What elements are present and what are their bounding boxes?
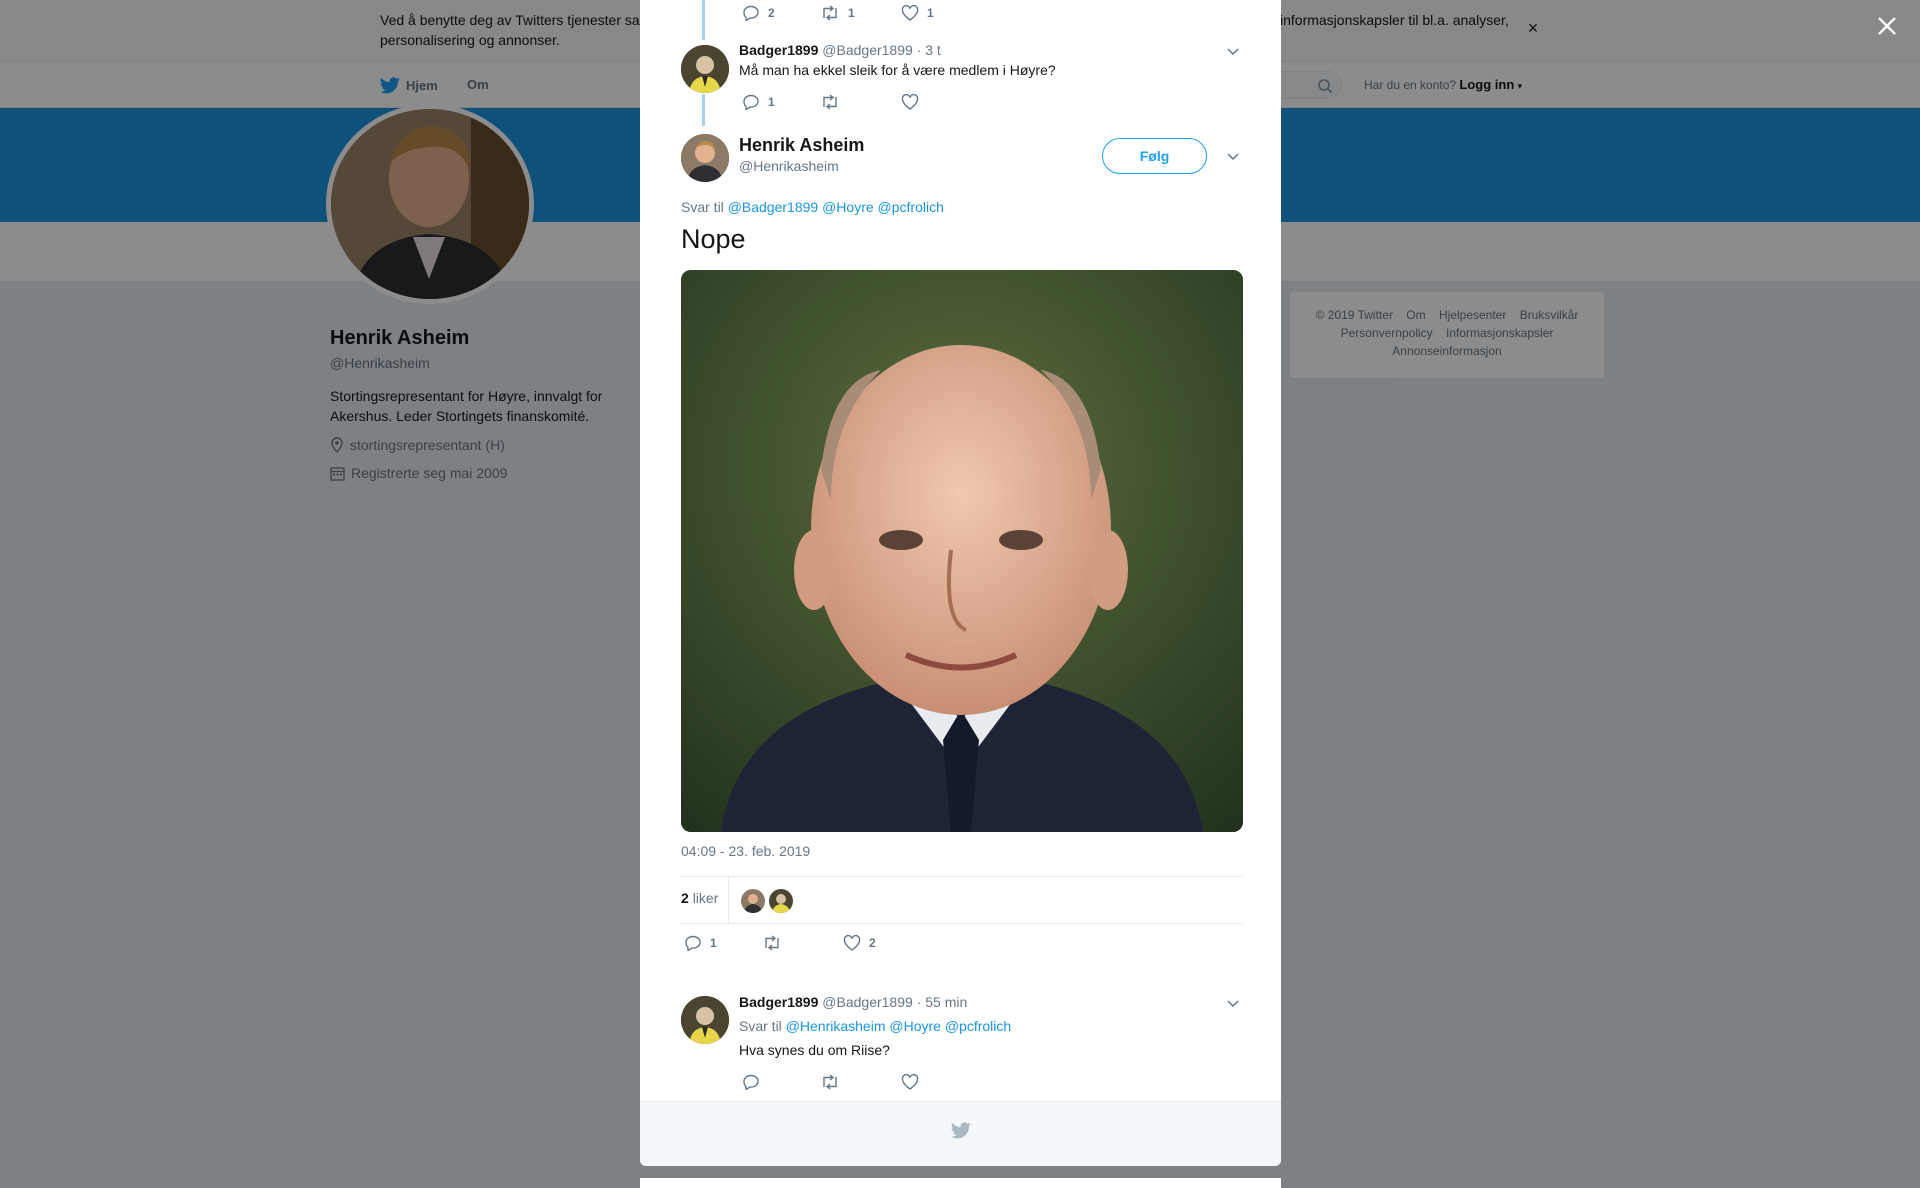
avatar-image	[681, 134, 729, 182]
tweet-text: Hva synes du om Riise?	[739, 1042, 890, 1058]
modal-footer	[640, 1101, 1281, 1166]
author-handle[interactable]: @Badger1899	[822, 994, 913, 1010]
tweet-text: Må man ha ekkel sleik for å være medlem …	[739, 62, 1056, 78]
chevron-down-icon[interactable]	[1226, 149, 1240, 163]
retweet-button[interactable]	[762, 935, 782, 951]
follow-button[interactable]: Følg	[1102, 138, 1207, 174]
tweet-author-line: Badger1899 @Badger1899 · 3 t	[739, 42, 941, 58]
avatar[interactable]	[681, 134, 729, 182]
mention-link[interactable]: @Hoyre	[822, 199, 874, 215]
reply-count: 2	[768, 6, 775, 20]
like-button[interactable]: 1	[901, 5, 934, 21]
liker-avatar-image	[769, 889, 793, 913]
tweet-time[interactable]: · 3 t	[917, 42, 941, 58]
mention-link[interactable]: @pcfrolich	[878, 199, 944, 215]
reply-to-label: Svar til	[739, 1018, 782, 1034]
reply-button[interactable]	[742, 1074, 760, 1090]
reply-icon	[743, 94, 759, 110]
reply-to-label: Svar til	[681, 199, 724, 215]
retweet-button[interactable]	[820, 94, 840, 110]
tweet-stats: 2 liker	[681, 876, 1243, 924]
liker-avatar-image	[741, 889, 765, 913]
reply-button[interactable]: 2	[742, 5, 775, 21]
reply-to-line: Svar til @Henrikasheim @Hoyre @pcfrolich	[739, 1018, 1011, 1034]
tweet-author-line: Badger1899 @Badger1899 · 55 min	[739, 994, 967, 1010]
mention-link[interactable]: @pcfrolich	[945, 1018, 1011, 1034]
retweet-button[interactable]	[820, 1074, 840, 1090]
reply-icon	[743, 5, 759, 21]
divider	[728, 877, 729, 923]
like-icon	[901, 5, 919, 21]
chevron-down-icon[interactable]	[1226, 996, 1240, 1010]
tweet-text: Nope	[681, 224, 746, 254]
like-icon	[901, 94, 919, 110]
reply-icon	[743, 1074, 759, 1090]
reply-to-line: Svar til @Badger1899 @Hoyre @pcfrolich	[681, 199, 944, 215]
author-handle[interactable]: @Badger1899	[822, 42, 913, 58]
retweet-count: 1	[848, 6, 855, 20]
author-name[interactable]: Badger1899	[739, 42, 818, 58]
tweet-photo-image	[681, 270, 1243, 832]
thread-line	[702, 0, 705, 40]
like-count: 2	[869, 936, 876, 950]
retweet-icon	[823, 94, 837, 110]
mention-link[interactable]: @Henrikasheim	[786, 1018, 886, 1034]
likes-label: liker	[692, 890, 719, 906]
tweet-modal: 2 1 1 Badger1899 @Badger1899 · 3 t Må ma…	[640, 0, 1281, 1166]
reply-button[interactable]: 1	[742, 94, 775, 110]
avatar-image	[681, 45, 729, 93]
reply-button[interactable]: 1	[684, 935, 717, 951]
like-button[interactable]: 2	[843, 935, 876, 951]
avatar[interactable]	[681, 996, 729, 1044]
close-modal-button[interactable]	[1873, 12, 1901, 40]
liker-avatar[interactable]	[741, 889, 765, 913]
twitter-bird-icon	[951, 1122, 971, 1139]
retweet-button[interactable]: 1	[820, 5, 855, 21]
retweet-icon	[823, 1074, 837, 1090]
reply-count: 1	[710, 936, 717, 950]
author-handle[interactable]: @Henrikasheim	[739, 158, 839, 174]
likes-stat[interactable]: 2 liker	[681, 890, 718, 906]
author-name[interactable]: Badger1899	[739, 994, 818, 1010]
tweet-timestamp[interactable]: 04:09 - 23. feb. 2019	[681, 843, 810, 859]
tweet-time[interactable]: · 55 min	[917, 994, 968, 1010]
chevron-down-icon[interactable]	[1226, 44, 1240, 58]
next-modal-edge	[640, 1178, 1281, 1188]
like-count: 1	[927, 6, 934, 20]
mention-link[interactable]: @Badger1899	[728, 199, 819, 215]
like-button[interactable]	[901, 94, 919, 110]
like-icon	[901, 1074, 919, 1090]
retweet-icon	[823, 5, 837, 21]
like-button[interactable]	[901, 1074, 919, 1090]
likes-count: 2	[681, 890, 689, 906]
reply-icon	[685, 935, 701, 951]
author-name[interactable]: Henrik Asheim	[739, 135, 864, 156]
thread-line	[702, 94, 705, 126]
mention-link[interactable]: @Hoyre	[889, 1018, 941, 1034]
like-icon	[843, 935, 861, 951]
reply-count: 1	[768, 95, 775, 109]
avatar-image	[681, 996, 729, 1044]
avatar[interactable]	[681, 45, 729, 93]
tweet-photo[interactable]	[681, 270, 1243, 832]
retweet-icon	[765, 935, 779, 951]
close-icon	[1878, 17, 1896, 35]
liker-avatar[interactable]	[769, 889, 793, 913]
